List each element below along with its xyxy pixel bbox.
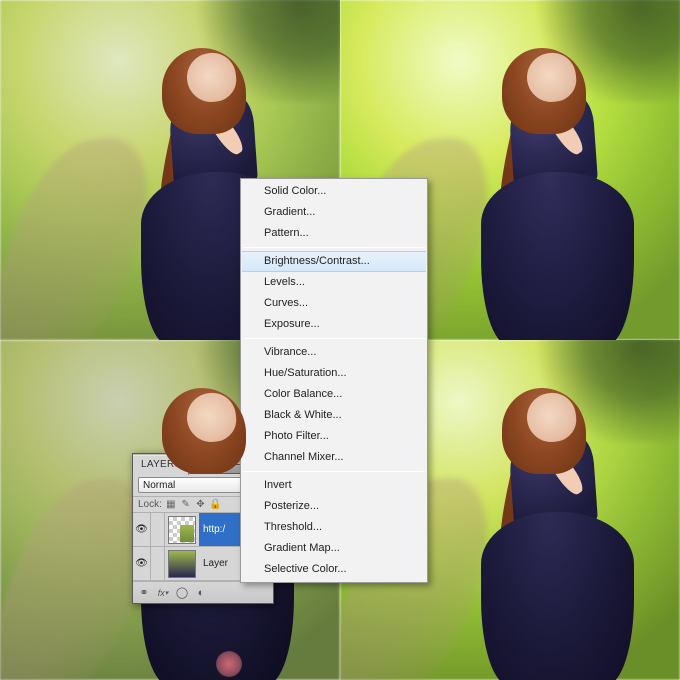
menu-item-selective-color[interactable]: Selective Color... bbox=[242, 559, 426, 580]
menu-item-color-balance[interactable]: Color Balance... bbox=[242, 384, 426, 405]
lock-brush-icon[interactable]: ✎ bbox=[180, 499, 192, 510]
menu-item-gradient-map[interactable]: Gradient Map... bbox=[242, 538, 426, 559]
menu-item-posterize[interactable]: Posterize... bbox=[242, 496, 426, 517]
menu-item-gradient[interactable]: Gradient... bbox=[242, 202, 426, 223]
menu-item-pattern[interactable]: Pattern... bbox=[242, 223, 426, 244]
layer-link-col bbox=[151, 513, 165, 546]
lock-all-icon[interactable]: 🔒 bbox=[209, 499, 221, 510]
adjustment-layer-menu: Solid Color...Gradient...Pattern... Brigh… bbox=[240, 178, 428, 583]
fx-icon[interactable]: fx▾ bbox=[154, 585, 172, 601]
lock-icons: ▦ ✎ ✥ 🔒 bbox=[165, 499, 221, 510]
layers-panel-footer: ⚭ fx▾ ◯ ◐ bbox=[133, 581, 273, 603]
menu-item-invert[interactable]: Invert bbox=[242, 475, 426, 496]
mask-icon[interactable]: ◯ bbox=[173, 585, 191, 601]
lock-move-icon[interactable]: ✥ bbox=[194, 499, 206, 510]
menu-item-brightness-contrast[interactable]: Brightness/Contrast... bbox=[242, 251, 426, 272]
menu-item-photo-filter[interactable]: Photo Filter... bbox=[242, 426, 426, 447]
menu-item-curves[interactable]: Curves... bbox=[242, 293, 426, 314]
visibility-eye-icon[interactable]: 👁 bbox=[133, 513, 151, 546]
menu-item-threshold[interactable]: Threshold... bbox=[242, 517, 426, 538]
menu-item-channel-mixer[interactable]: Channel Mixer... bbox=[242, 447, 426, 468]
lock-label: Lock: bbox=[138, 499, 162, 510]
link-layers-icon[interactable]: ⚭ bbox=[135, 585, 153, 601]
menu-item-exposure[interactable]: Exposure... bbox=[242, 314, 426, 335]
layer-thumbnail[interactable] bbox=[168, 550, 196, 578]
menu-item-solid-color[interactable]: Solid Color... bbox=[242, 181, 426, 202]
menu-separator bbox=[243, 338, 425, 339]
menu-separator bbox=[243, 247, 425, 248]
blend-mode-value: Normal bbox=[143, 480, 175, 491]
layer-link-col bbox=[151, 547, 165, 580]
menu-item-levels[interactable]: Levels... bbox=[242, 272, 426, 293]
menu-item-hue-saturation[interactable]: Hue/Saturation... bbox=[242, 363, 426, 384]
menu-separator bbox=[243, 471, 425, 472]
adjustment-layer-icon[interactable]: ◐ bbox=[192, 585, 210, 601]
lock-transparent-icon[interactable]: ▦ bbox=[165, 499, 177, 510]
menu-item-vibrance[interactable]: Vibrance... bbox=[242, 342, 426, 363]
layer-thumbnail[interactable] bbox=[168, 516, 196, 544]
visibility-eye-icon[interactable]: 👁 bbox=[133, 547, 151, 580]
menu-item-black-white[interactable]: Black & White... bbox=[242, 405, 426, 426]
